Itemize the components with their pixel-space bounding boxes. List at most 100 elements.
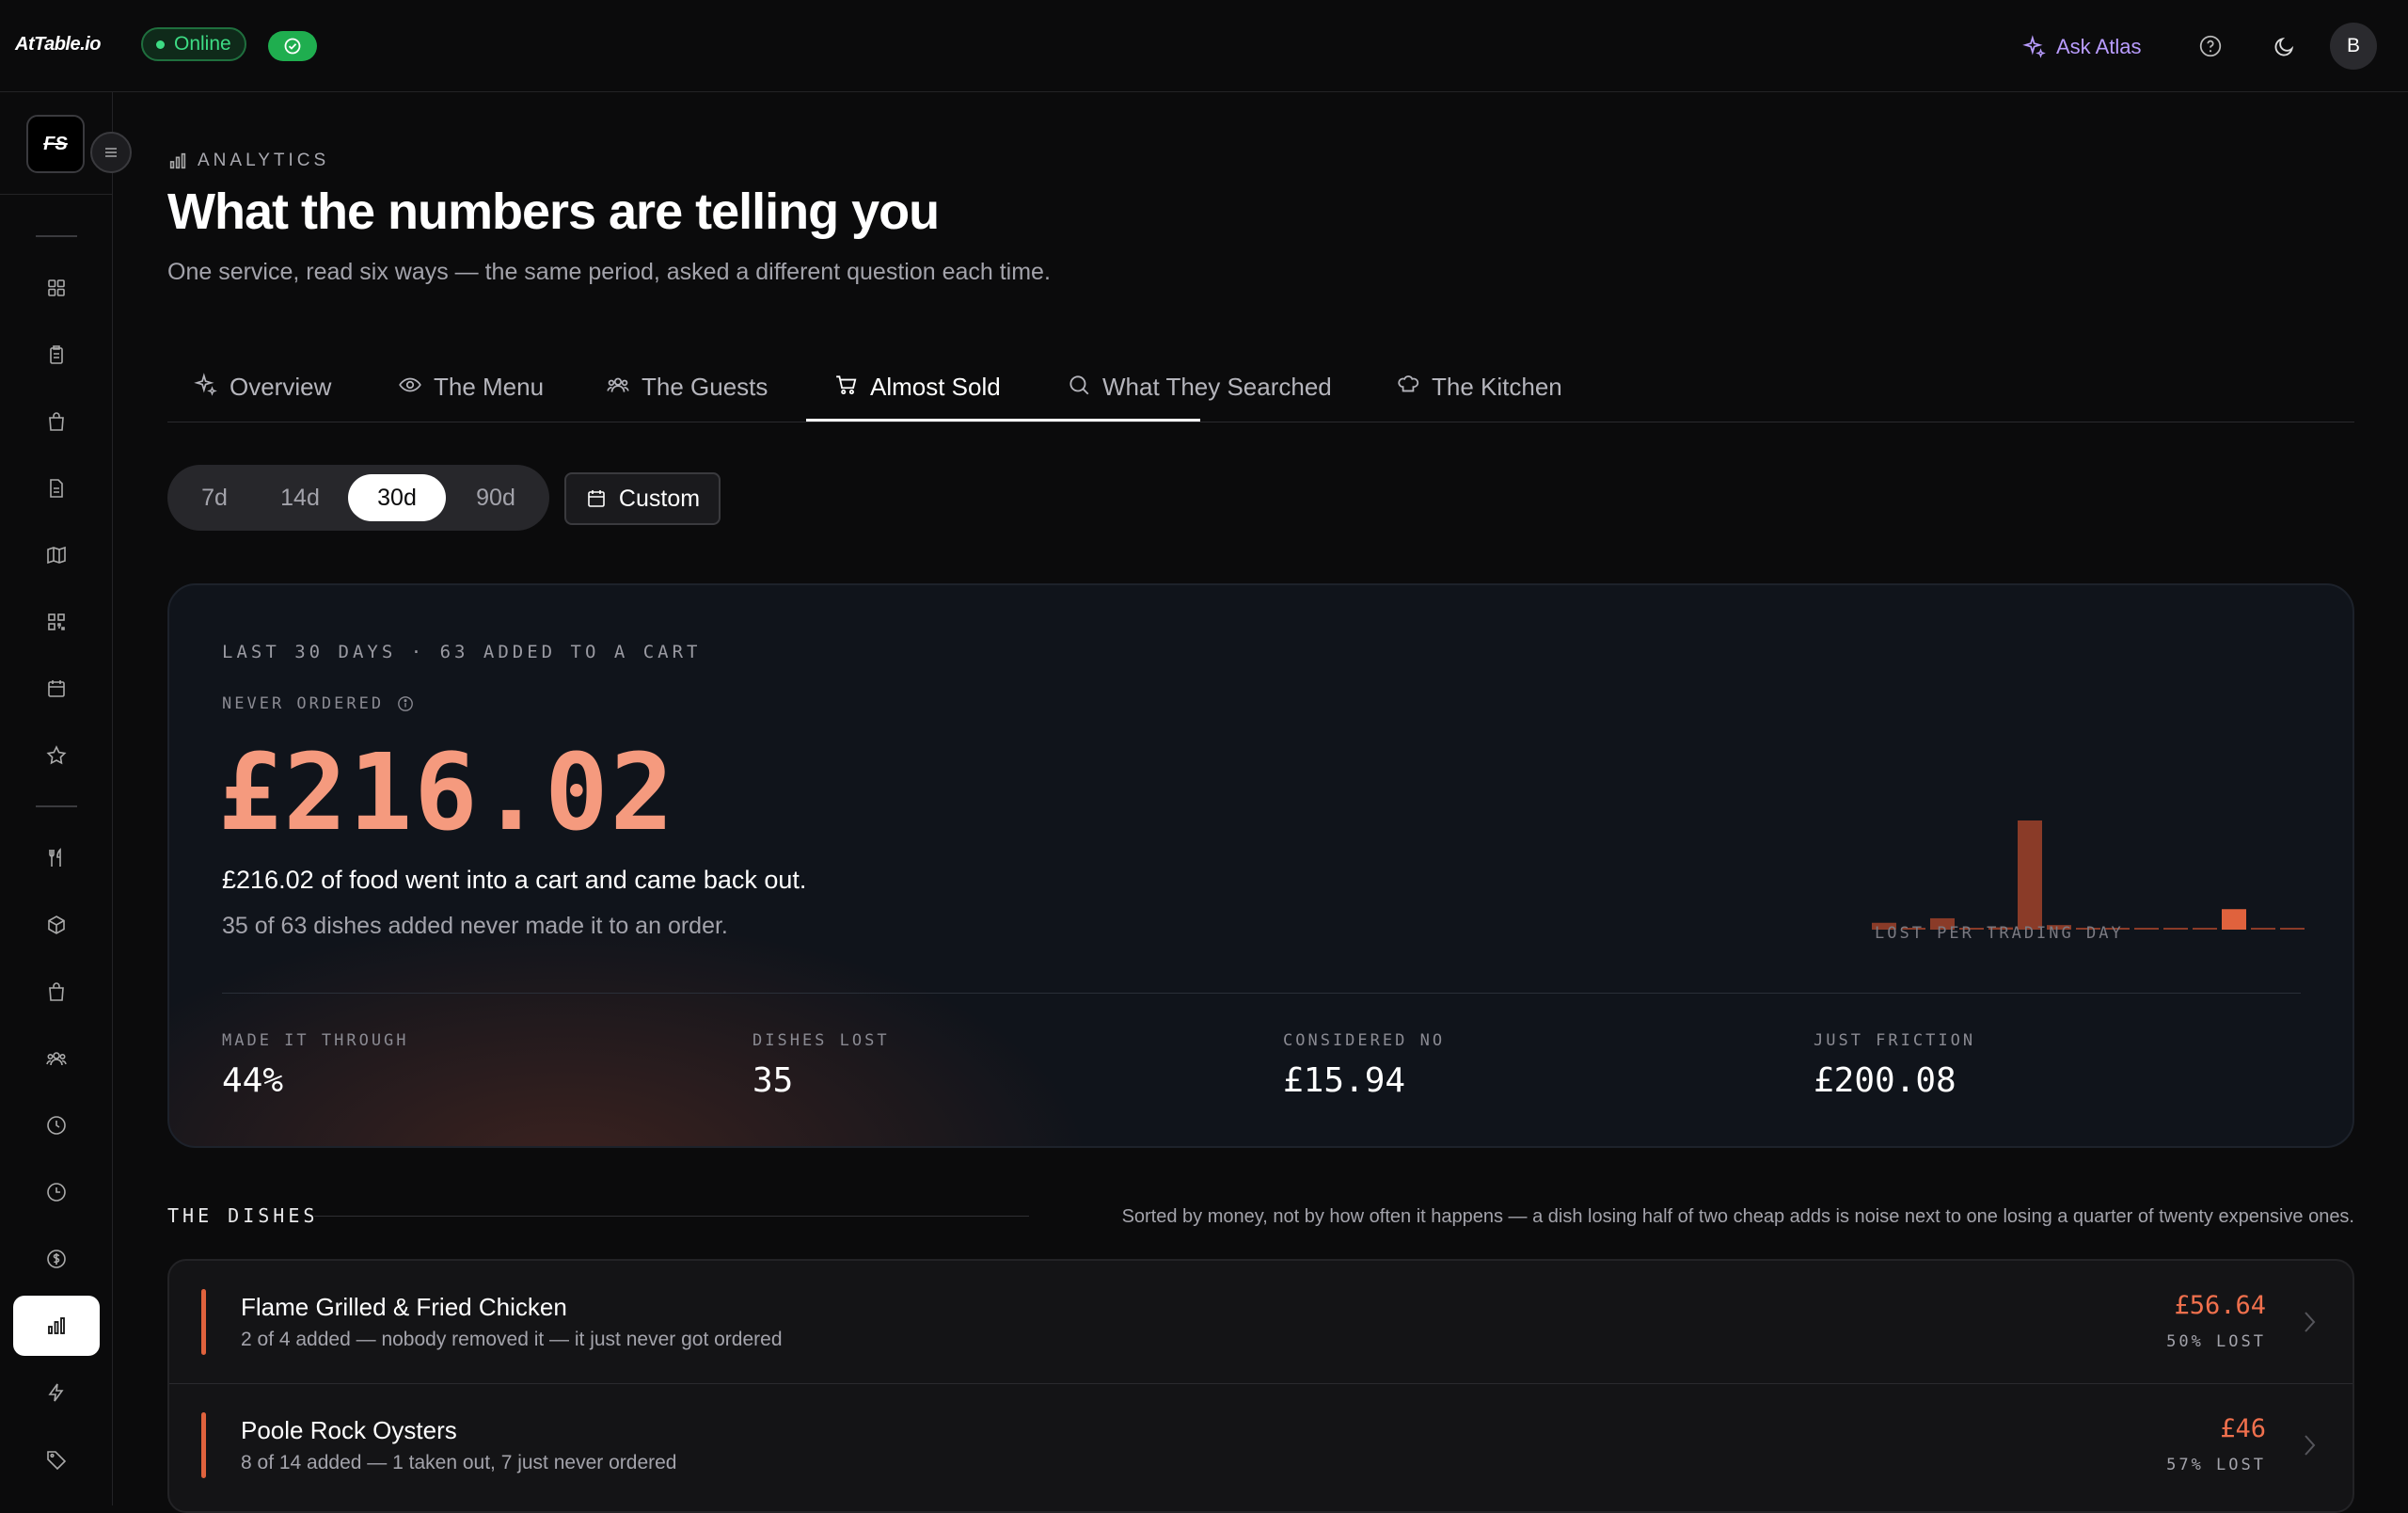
tab-what-they-searched[interactable]: What They Searched — [1067, 365, 1332, 422]
range-14d[interactable]: 14d — [258, 474, 342, 521]
dish-list: Flame Grilled & Fried Chicken 2 of 4 add… — [167, 1259, 2354, 1513]
nav-analytics[interactable] — [13, 1296, 100, 1356]
tag-icon — [47, 1451, 67, 1471]
sidebar-toggle-button[interactable] — [90, 132, 132, 173]
calendar-icon — [48, 680, 65, 697]
nav-guests[interactable] — [13, 1028, 100, 1089]
info-icon[interactable] — [397, 695, 414, 712]
chart-bar — [2251, 928, 2275, 930]
lost-summary: £216.02 of food went into a cart and cam… — [222, 866, 807, 894]
clock-icon — [47, 1183, 66, 1202]
chart-bar — [2163, 928, 2188, 930]
help-icon[interactable] — [2194, 30, 2226, 62]
nav-dashboard[interactable] — [13, 258, 100, 318]
stat-label: JUST FRICTION — [1814, 1031, 1976, 1050]
custom-range-label: Custom — [618, 485, 701, 512]
dollar-circle-icon — [47, 1250, 66, 1268]
moon-icon[interactable] — [2269, 30, 2301, 62]
tab-the-kitchen[interactable]: The Kitchen — [1396, 365, 1562, 422]
sparkles-icon — [2022, 35, 2046, 58]
custom-range-button[interactable]: Custom — [564, 472, 721, 525]
eye-icon — [399, 377, 421, 392]
sidebar-separator — [36, 235, 77, 237]
section-eyebrow: ANALYTICS — [167, 151, 329, 171]
nav-qr-codes[interactable] — [13, 592, 100, 652]
card-eyebrow: LAST 30 DAYS · 63 ADDED TO A CART — [222, 642, 702, 662]
nav-shop[interactable] — [13, 391, 100, 452]
tab-label: Overview — [230, 373, 332, 401]
tab-label: The Menu — [434, 373, 545, 401]
chart-bar — [2193, 928, 2217, 930]
dishes-title: THE DISHES — [167, 1204, 319, 1227]
stat-label: CONSIDERED NO — [1283, 1031, 1446, 1050]
cart-icon — [836, 375, 857, 395]
stat-label: MADE IT THROUGH — [222, 1031, 409, 1050]
nav-orders[interactable] — [13, 325, 100, 385]
page-title: What the numbers are telling you — [167, 183, 940, 240]
nav-reviews[interactable] — [13, 725, 100, 786]
status-dot-icon — [156, 40, 165, 49]
nav-automations[interactable] — [13, 1362, 100, 1423]
menu-lines-icon — [105, 148, 117, 157]
ask-atlas-button[interactable]: Ask Atlas — [2022, 28, 2141, 66]
dish-lost-percent: 50% LOST — [2166, 1332, 2266, 1351]
sidebar-divider — [0, 194, 113, 195]
never-ordered-label: NEVER ORDERED — [222, 694, 414, 713]
nav-inventory[interactable] — [13, 895, 100, 955]
dishes-rule — [314, 1216, 1029, 1217]
venue-logo[interactable]: FS — [26, 115, 85, 173]
list-item[interactable]: Flame Grilled & Fried Chicken 2 of 4 add… — [169, 1261, 2353, 1383]
ask-atlas-label: Ask Atlas — [2056, 35, 2142, 58]
tab-overview[interactable]: Overview — [194, 365, 331, 422]
range-7d[interactable]: 7d — [177, 474, 252, 521]
lost-amount: £216.02 — [218, 732, 676, 854]
chef-hat-icon — [1398, 375, 1419, 392]
tab-the-guests[interactable]: The Guests — [606, 365, 768, 422]
brand-logo[interactable]: AtTable.io — [15, 34, 101, 56]
dish-lost-amount: £56.64 — [2174, 1291, 2266, 1320]
stat-made-it-through: MADE IT THROUGH 44% — [222, 1031, 409, 1100]
tab-label: Almost Sold — [870, 373, 1001, 401]
nav-calendar[interactable] — [13, 659, 100, 719]
dish-lost-amount: £46 — [2220, 1414, 2266, 1443]
tab-the-menu[interactable]: The Menu — [398, 365, 544, 422]
dish-lost-percent: 57% LOST — [2166, 1456, 2266, 1474]
top-bar: AtTable.io Online Ask Atlas B — [0, 0, 2408, 92]
nav-floor-map[interactable] — [13, 525, 100, 585]
loss-indicator — [201, 1412, 206, 1478]
nav-history[interactable] — [13, 1095, 100, 1155]
chart-bar — [2222, 909, 2246, 930]
star-icon — [46, 745, 67, 765]
date-range-selector: 7d 14d 30d 90d — [167, 465, 549, 531]
range-90d[interactable]: 90d — [452, 474, 540, 521]
avatar[interactable]: B — [2330, 23, 2377, 70]
box-icon — [48, 916, 65, 934]
range-30d[interactable]: 30d — [348, 474, 446, 521]
stat-value: 44% — [222, 1061, 284, 1100]
stat-just-friction: JUST FRICTION £200.08 — [1814, 1031, 1975, 1100]
chart-axis-label: LOST PER TRADING DAY — [1875, 924, 2124, 943]
tab-label: The Guests — [642, 373, 768, 401]
search-icon — [1069, 375, 1089, 395]
nav-documents[interactable] — [13, 458, 100, 518]
list-item[interactable]: Poole Rock Oysters 8 of 14 added — 1 tak… — [169, 1383, 2353, 1505]
calendar-icon — [588, 490, 605, 507]
nav-schedule[interactable] — [13, 1162, 100, 1222]
qr-code-icon — [48, 613, 65, 630]
nav-kitchen[interactable] — [13, 828, 100, 888]
chart-bar — [2018, 820, 2042, 930]
sidebar: FS — [0, 92, 132, 1505]
bar-chart-icon — [169, 152, 186, 169]
stat-considered-no: CONSIDERED NO £15.94 — [1283, 1031, 1445, 1100]
nav-payments[interactable] — [13, 1229, 100, 1289]
never-ordered-text: NEVER ORDERED — [222, 694, 385, 713]
dish-name: Poole Rock Oysters — [241, 1416, 457, 1444]
document-icon — [50, 479, 63, 498]
check-circle-icon[interactable] — [268, 31, 317, 61]
stat-label: DISHES LOST — [752, 1031, 890, 1050]
nav-purchases[interactable] — [13, 962, 100, 1022]
shopping-bag-icon — [49, 982, 64, 1001]
utensils-icon — [49, 848, 61, 867]
nav-promotions[interactable] — [13, 1429, 100, 1489]
dish-detail: 8 of 14 added — 1 taken out, 7 just neve… — [241, 1452, 677, 1473]
